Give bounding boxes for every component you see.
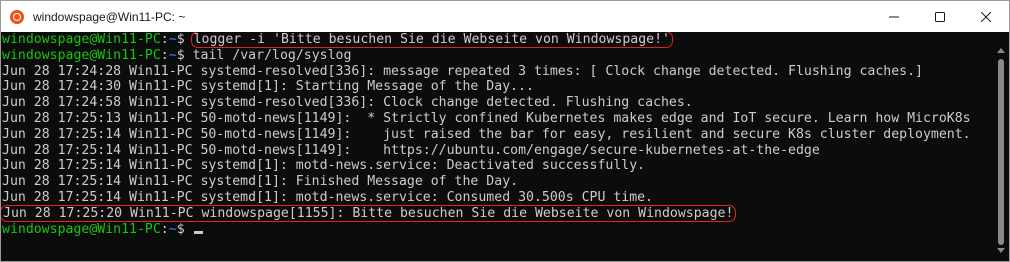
prompt-line: windowspage@Win11-PC:~$ tail /var/log/sy… (1, 48, 993, 64)
log-text: Jun 28 17:24:28 Win11-PC systemd-resolve… (2, 63, 923, 79)
vertical-scrollbar[interactable] (993, 32, 1009, 261)
log-line: Jun 28 17:25:14 Win11-PC systemd[1]: mot… (1, 190, 993, 206)
log-text: Jun 28 17:25:13 Win11-PC 50-motd-news[11… (2, 110, 971, 126)
log-text: Jun 28 17:25:20 Win11-PC windowspage[115… (1, 204, 737, 222)
prompt-separator: : (160, 32, 169, 47)
log-line: Jun 28 17:25:14 Win11-PC 50-motd-news[11… (1, 143, 993, 159)
command-text: logger -i 'Bitte besuchen Sie die Websei… (190, 32, 673, 48)
prompt-path: ~ (168, 32, 177, 47)
scroll-down-arrow-icon[interactable] (997, 248, 1005, 253)
log-line-highlighted: Jun 28 17:25:20 Win11-PC windowspage[115… (1, 204, 993, 222)
prompt-path: ~ (168, 47, 177, 63)
window-controls (871, 1, 1009, 32)
title-bar[interactable]: windowspage@Win11-PC: ~ (1, 1, 1009, 32)
prompt-user: windowspage@Win11-PC (2, 32, 161, 47)
scroll-up-arrow-icon[interactable] (997, 48, 1005, 53)
prompt-symbol: $ (176, 221, 185, 237)
log-text: Jun 28 17:24:58 Win11-PC systemd-resolve… (2, 95, 693, 111)
terminal-window: windowspage@Win11-PC: ~ windowspage@Win1… (0, 0, 1010, 262)
log-line: Jun 28 17:24:58 Win11-PC systemd-resolve… (1, 95, 993, 111)
maximize-icon (935, 11, 945, 22)
prompt-symbol: $ (176, 32, 185, 47)
prompt-user: windowspage@Win11-PC (2, 221, 161, 237)
minimize-icon (889, 12, 899, 22)
log-line: Jun 28 17:24:28 Win11-PC systemd-resolve… (1, 64, 993, 80)
log-line: Jun 28 17:25:14 Win11-PC systemd[1]: Fin… (1, 174, 993, 190)
log-line: Jun 28 17:24:30 Win11-PC systemd[1]: Sta… (1, 79, 993, 95)
log-text: Jun 28 17:25:14 Win11-PC 50-motd-news[11… (2, 126, 971, 142)
prompt-line: windowspage@Win11-PC:~$ logger -i 'Bitte… (1, 32, 993, 48)
prompt-separator: : (160, 221, 169, 237)
prompt-path: ~ (168, 221, 177, 237)
log-text: Jun 28 17:25:14 Win11-PC systemd[1]: Fin… (2, 174, 519, 190)
prompt-line: windowspage@Win11-PC:~$ (1, 222, 993, 238)
text-cursor (193, 230, 203, 234)
command-text: tail /var/log/syslog (192, 47, 352, 63)
log-line: Jun 28 17:25:14 Win11-PC systemd[1]: mot… (1, 158, 993, 174)
log-text: Jun 28 17:24:30 Win11-PC systemd[1]: Sta… (2, 79, 534, 95)
scrollbar-thumb[interactable] (998, 59, 1004, 245)
maximize-button[interactable] (917, 1, 963, 32)
minimize-button[interactable] (871, 1, 917, 32)
log-text: Jun 28 17:25:14 Win11-PC 50-motd-news[11… (2, 142, 820, 158)
ubuntu-icon (10, 9, 24, 24)
log-text: Jun 28 17:25:14 Win11-PC systemd[1]: mot… (2, 189, 654, 205)
close-button[interactable] (963, 1, 1009, 32)
log-text: Jun 28 17:25:14 Win11-PC systemd[1]: mot… (2, 158, 646, 174)
close-icon (981, 11, 991, 22)
log-line: Jun 28 17:25:13 Win11-PC 50-motd-news[11… (1, 111, 993, 127)
prompt-user: windowspage@Win11-PC (2, 47, 161, 63)
prompt-separator: : (160, 47, 169, 63)
log-line: Jun 28 17:25:14 Win11-PC 50-motd-news[11… (1, 127, 993, 143)
terminal-output[interactable]: windowspage@Win11-PC:~$ logger -i 'Bitte… (1, 32, 993, 261)
prompt-symbol: $ (176, 47, 185, 63)
window-title: windowspage@Win11-PC: ~ (33, 9, 186, 24)
